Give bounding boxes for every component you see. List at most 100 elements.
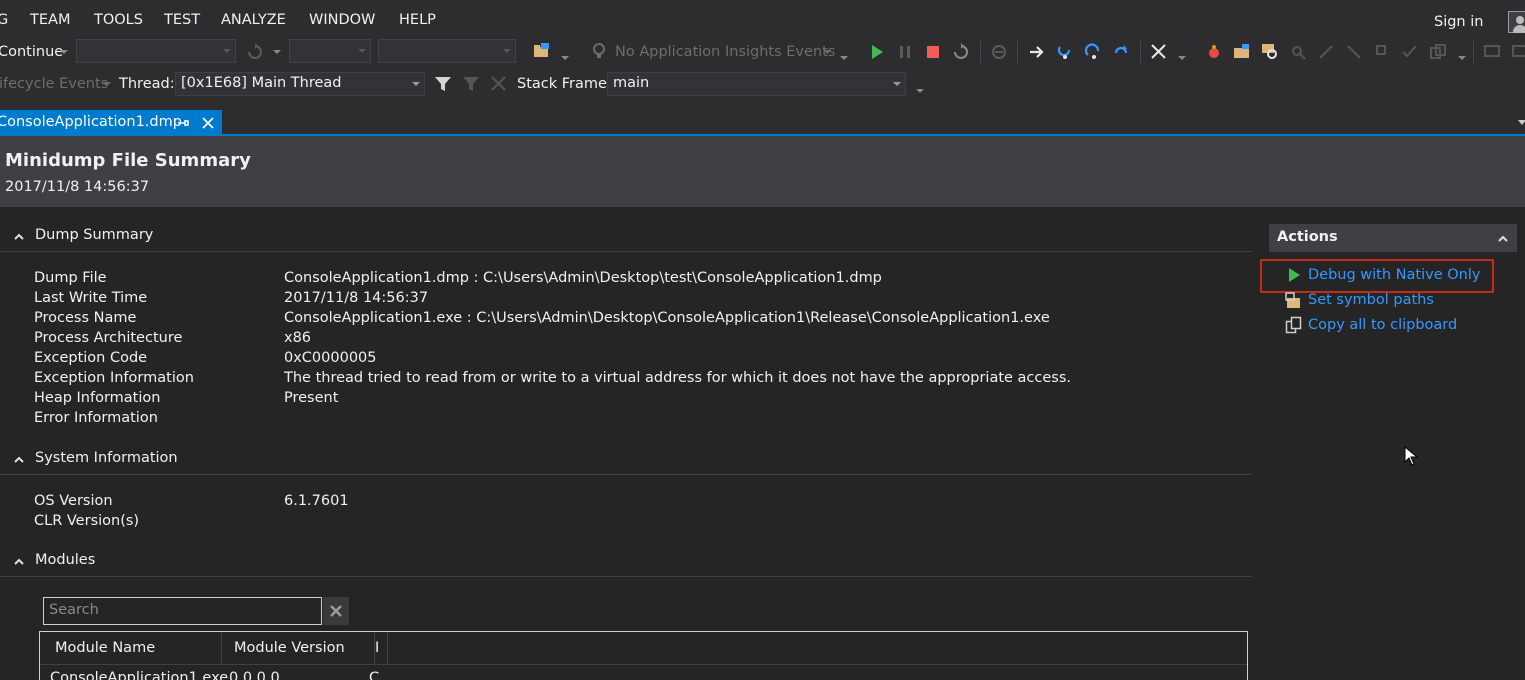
find-icon[interactable] <box>1261 43 1279 61</box>
chevron-up-icon[interactable] <box>1498 234 1508 244</box>
modules-section-header[interactable]: Modules <box>0 547 1252 577</box>
process-name-value: ConsoleApplication1.exe : C:\Users\Admin… <box>284 310 1050 326</box>
document-tab-strip: ConsoleApplication1.dmp <box>0 110 1525 136</box>
pause-icon[interactable] <box>896 43 914 61</box>
dump-summary-heading: Dump Summary <box>35 227 154 243</box>
apply-changes-icon[interactable] <box>990 43 1008 61</box>
menu-tools[interactable]: TOOLS <box>94 12 143 28</box>
modules-heading: Modules <box>35 552 96 568</box>
exceptions-dropdown-icon[interactable] <box>1178 56 1186 60</box>
dump-summary-section-header[interactable]: Dump Summary <box>0 222 1252 252</box>
chevron-up-icon[interactable] <box>14 232 24 242</box>
pin-icon[interactable] <box>177 116 191 130</box>
modules-table: Module Name Module Version I ConsoleAppl… <box>39 631 1248 680</box>
stack-frame-label: Stack Frame: <box>517 76 612 92</box>
dump-file-value: ConsoleApplication1.dmp : C:\Users\Admin… <box>284 270 882 286</box>
move-left-icon <box>1319 45 1333 59</box>
debug-native-only-link[interactable]: Debug with Native Only <box>1308 267 1480 283</box>
column-module-name-label: Module Name <box>55 640 156 656</box>
folder-dropdown-icon[interactable] <box>561 56 569 60</box>
toolbar-separator <box>1140 41 1141 63</box>
search-clear-button[interactable] <box>323 597 349 625</box>
comment-icon <box>1484 45 1500 57</box>
flag-threads-icon <box>491 76 506 91</box>
account-icon[interactable] <box>1508 11 1525 33</box>
column-module-name[interactable]: Module Name <box>40 632 222 665</box>
app-insights-dropdown-icon[interactable] <box>823 50 831 54</box>
last-write-time-label: Last Write Time <box>34 290 148 306</box>
restart-icon[interactable] <box>246 43 264 61</box>
tab-consoleapplication1-dmp[interactable]: ConsoleApplication1.dmp <box>0 110 222 136</box>
exception-information-label: Exception Information <box>34 370 194 386</box>
stack-frame-select[interactable]: main <box>607 72 906 96</box>
toolbar-separator <box>980 41 981 63</box>
app-insights-icon <box>593 43 605 58</box>
search-disabled-icon <box>1292 46 1306 60</box>
column-module-version[interactable]: Module Version <box>222 632 375 665</box>
spell-check-icon <box>1402 45 1417 58</box>
mouse-cursor-icon <box>1404 446 1418 466</box>
thread-select[interactable]: [0x1E68] Main Thread <box>175 72 425 96</box>
stop-icon[interactable] <box>924 43 942 61</box>
tab-list-dropdown-icon[interactable] <box>1518 120 1525 125</box>
set-symbol-paths-link[interactable]: Set symbol paths <box>1308 292 1434 308</box>
lifecycle-dropdown-icon[interactable] <box>103 82 111 86</box>
module-name-cell[interactable]: ConsoleApplication1.exe <box>50 670 228 680</box>
more-dropdown-icon[interactable] <box>1458 56 1466 60</box>
actions-panel-header[interactable]: Actions <box>1269 224 1517 252</box>
process-combo[interactable] <box>76 39 236 63</box>
stack-frame-select-value: main <box>613 75 650 91</box>
copy-disabled-icon <box>1430 44 1446 59</box>
column-module-path-label: I <box>375 640 380 656</box>
module-path-cell[interactable]: C <box>369 670 379 680</box>
menu-team[interactable]: TEAM <box>30 12 70 28</box>
modules-search-input[interactable]: Search <box>43 597 322 625</box>
lifecycle-events-button[interactable]: ifecycle Events <box>0 76 108 92</box>
process-name-label: Process Name <box>34 310 137 326</box>
toolbar-overflow-icon[interactable] <box>840 56 848 60</box>
filter-icon[interactable] <box>434 75 452 93</box>
stack-filter-combo[interactable] <box>378 39 516 63</box>
close-icon[interactable] <box>200 115 216 131</box>
system-information-section-header[interactable]: System Information <box>0 445 1252 475</box>
continue-button[interactable]: Continue <box>0 44 63 60</box>
clr-versions-label: CLR Version(s) <box>34 513 140 529</box>
menu-window[interactable]: WINDOW <box>309 12 375 28</box>
show-next-statement-icon[interactable] <box>1028 43 1046 61</box>
last-write-time-value: 2017/11/8 14:56:37 <box>284 290 429 306</box>
sign-in-link[interactable]: Sign in <box>1434 14 1483 30</box>
bug-icon[interactable] <box>1205 43 1223 61</box>
folder-open-icon[interactable] <box>1233 43 1251 61</box>
thread-select-value: [0x1E68] Main Thread <box>181 75 342 91</box>
step-into-icon[interactable] <box>1056 43 1074 61</box>
menu-analyze[interactable]: ANALYZE <box>221 12 286 28</box>
exceptions-icon[interactable] <box>1150 43 1168 61</box>
modules-table-header: Module Name Module Version I <box>40 632 1247 665</box>
restart-dropdown-icon[interactable] <box>273 50 281 54</box>
uncomment-icon <box>1512 45 1525 57</box>
menu-help[interactable]: HELP <box>399 12 436 28</box>
menu-debug[interactable]: G <box>0 12 8 28</box>
step-over-icon[interactable] <box>1084 43 1102 61</box>
chevron-up-icon[interactable] <box>14 455 24 465</box>
restart-debug-icon[interactable] <box>952 43 970 61</box>
menu-test[interactable]: TEST <box>164 12 200 28</box>
continue-dropdown-icon[interactable] <box>60 50 68 54</box>
clear-icon <box>330 605 342 617</box>
exception-code-label: Exception Code <box>34 350 148 366</box>
column-module-path[interactable]: I <box>375 632 388 665</box>
process-architecture-label: Process Architecture <box>34 330 183 346</box>
toolbar-separator <box>1473 41 1474 63</box>
chevron-up-icon[interactable] <box>14 557 24 567</box>
thread-filter-combo[interactable] <box>289 39 371 63</box>
module-version-cell[interactable]: 0.0.0.0 <box>229 670 280 680</box>
copy-all-to-clipboard-link[interactable]: Copy all to clipboard <box>1308 317 1457 333</box>
step-out-icon[interactable] <box>1112 43 1130 61</box>
dump-file-label: Dump File <box>34 270 107 286</box>
copy-icon <box>1285 316 1302 334</box>
open-folder-icon[interactable] <box>533 42 551 60</box>
continue-play-icon[interactable] <box>868 43 886 61</box>
toolbar2-overflow-icon[interactable] <box>916 89 924 93</box>
play-icon <box>1289 268 1300 282</box>
app-insights-events[interactable]: No Application Insights Events <box>615 44 835 60</box>
